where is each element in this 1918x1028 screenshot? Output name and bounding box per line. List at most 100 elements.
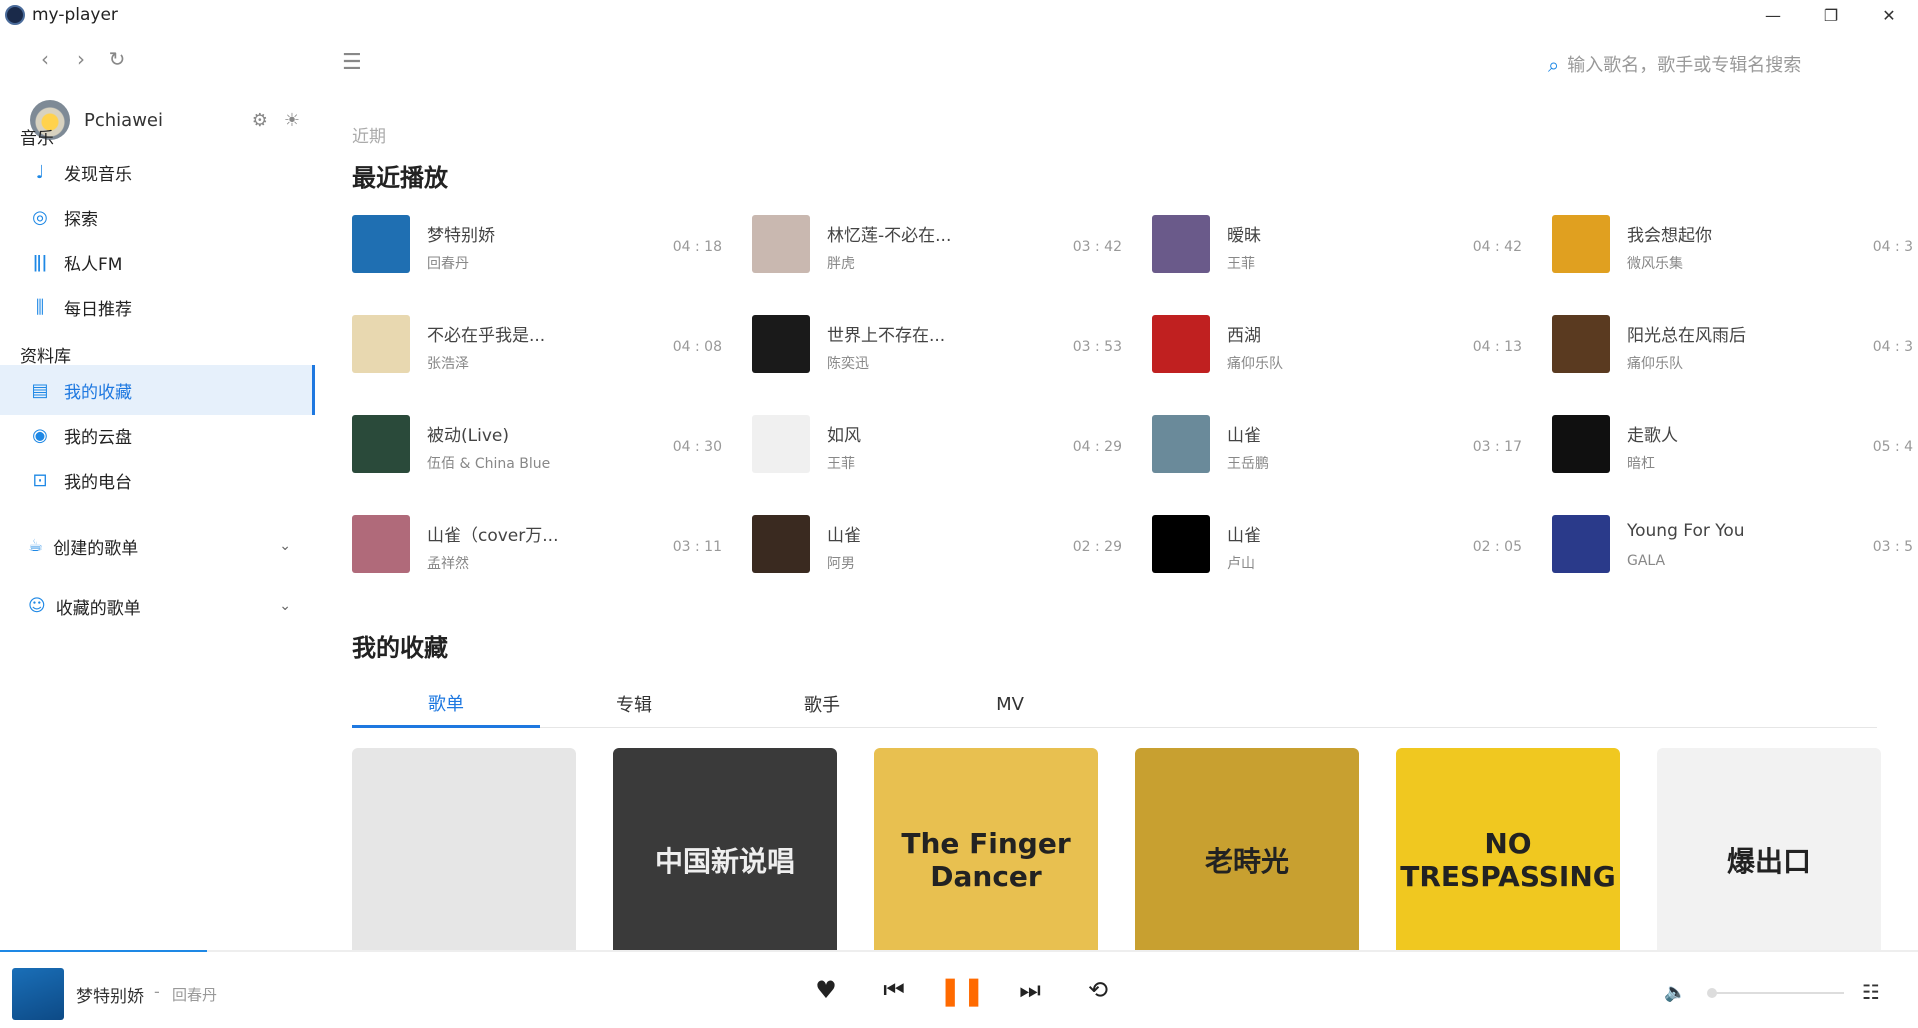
tab-mv[interactable]: MV [916, 680, 1104, 728]
track-artist[interactable]: 卢山 [1227, 553, 1255, 573]
track-cover[interactable] [352, 315, 410, 373]
theme-sun-icon[interactable]: ☀ [284, 110, 300, 131]
now-playing-cover[interactable] [12, 968, 64, 1020]
queue-list-icon[interactable]: ☷ [1862, 980, 1880, 1004]
track-cover[interactable] [1152, 415, 1210, 473]
recent-track[interactable]: 我会想起你 微风乐集 04 : 37 [1552, 215, 1918, 275]
tab-albums[interactable]: 专辑 [540, 680, 728, 728]
track-artist[interactable]: 胖虎 [827, 253, 855, 273]
previous-icon[interactable]: ⏮ [878, 974, 910, 1006]
album-card[interactable]: The Finger Dancer [874, 748, 1098, 950]
track-name[interactable]: 如风 [827, 421, 861, 446]
album-card[interactable]: NO TRESPASSING [1396, 748, 1620, 950]
track-artist[interactable]: 孟祥然 [427, 553, 469, 573]
volume-knob[interactable] [1707, 988, 1717, 998]
sidebar-item-cloud[interactable]: ◉ 我的云盘 [0, 410, 315, 460]
track-cover[interactable] [352, 415, 410, 473]
recent-track[interactable]: 走歌人 暗杠 05 : 43 [1552, 415, 1918, 475]
tab-artists[interactable]: 歌手 [728, 680, 916, 728]
recent-track[interactable]: 山雀 王岳鹏 03 : 17 [1152, 415, 1522, 475]
track-cover[interactable] [752, 215, 810, 273]
repeat-icon[interactable]: ⟲ [1082, 974, 1114, 1006]
sidebar-item-favorites[interactable]: ▤ 我的收藏 [0, 365, 315, 415]
album-card[interactable]: 中国新说唱 [613, 748, 837, 950]
track-name[interactable]: 林忆莲-不必在... [827, 221, 951, 246]
like-heart-icon[interactable]: ♥ [810, 974, 842, 1006]
recent-track[interactable]: 林忆莲-不必在... 胖虎 03 : 42 [752, 215, 1122, 275]
pause-icon[interactable]: ❚❚ [939, 974, 986, 1007]
forward-icon[interactable]: › [70, 47, 92, 71]
track-name[interactable]: 西湖 [1227, 321, 1261, 346]
tab-playlists[interactable]: 歌单 [352, 680, 540, 728]
recent-track[interactable]: 西湖 痛仰乐队 04 : 13 [1152, 315, 1522, 375]
track-artist[interactable]: 回春丹 [427, 253, 469, 273]
next-icon[interactable]: ⏭ [1014, 974, 1046, 1006]
track-cover[interactable] [752, 315, 810, 373]
recent-track[interactable]: 如风 王菲 04 : 29 [752, 415, 1122, 475]
sidebar-item-daily[interactable]: ⫼ 每日推荐 [0, 282, 315, 332]
created-playlists-group[interactable]: ☕ 创建的歌单 ⌄ [0, 526, 315, 566]
sidebar-item-fm[interactable]: ǁǀ 私人FM [0, 237, 315, 287]
recent-track[interactable]: 暧昧 王菲 04 : 42 [1152, 215, 1522, 275]
refresh-icon[interactable]: ↻ [106, 47, 128, 71]
sidebar-item-station[interactable]: ⊡ 我的电台 [0, 455, 315, 505]
recent-track[interactable]: Young For You GALA 03 : 51 [1552, 515, 1918, 575]
sidebar-item-discover[interactable]: ♩ 发现音乐 [0, 147, 315, 197]
track-artist[interactable]: 痛仰乐队 [1227, 353, 1283, 373]
recent-track[interactable]: 山雀 阿男 02 : 29 [752, 515, 1122, 575]
track-cover[interactable] [1152, 515, 1210, 573]
track-name[interactable]: 暧昧 [1227, 221, 1261, 246]
sidebar-item-explore[interactable]: ◎ 探索 [0, 192, 315, 242]
collapse-sidebar-icon[interactable]: ☰ [342, 50, 366, 75]
track-cover[interactable] [752, 515, 810, 573]
track-cover[interactable] [352, 515, 410, 573]
recent-track[interactable]: 不必在乎我是... 张浩泽 04 : 08 [352, 315, 722, 375]
track-name[interactable]: 阳光总在风雨后 [1627, 321, 1746, 346]
track-name[interactable]: 被动(Live) [427, 421, 509, 446]
track-artist[interactable]: 痛仰乐队 [1627, 353, 1683, 373]
track-name[interactable]: Young For You [1627, 521, 1745, 541]
track-cover[interactable] [752, 415, 810, 473]
track-artist[interactable]: 暗杠 [1627, 453, 1655, 473]
track-cover[interactable] [1552, 415, 1610, 473]
maximize-button[interactable]: ❐ [1802, 0, 1860, 30]
track-artist[interactable]: 阿男 [827, 553, 855, 573]
recent-track[interactable]: 山雀（cover万... 孟祥然 03 : 11 [352, 515, 722, 575]
volume-icon[interactable]: 🔈 [1664, 982, 1686, 1003]
close-button[interactable]: ✕ [1860, 0, 1918, 30]
track-name[interactable]: 梦特别娇 [427, 221, 495, 246]
recent-track[interactable]: 梦特别娇 回春丹 04 : 18 [352, 215, 722, 275]
track-artist[interactable]: 陈奕迅 [827, 353, 869, 373]
search-bar[interactable]: ⌕ [1548, 50, 1868, 80]
recent-track[interactable]: 阳光总在风雨后 痛仰乐队 04 : 32 [1552, 315, 1918, 375]
track-cover[interactable] [1552, 215, 1610, 273]
track-artist[interactable]: 王菲 [827, 453, 855, 473]
recent-track[interactable]: 山雀 卢山 02 : 05 [1152, 515, 1522, 575]
track-name[interactable]: 我会想起你 [1627, 221, 1712, 246]
track-name[interactable]: 世界上不存在... [827, 321, 945, 346]
chevron-down-icon[interactable]: ⌄ [279, 598, 291, 614]
track-name[interactable]: 山雀（cover万... [427, 521, 558, 546]
scrollbar[interactable] [1914, 30, 1918, 950]
track-artist[interactable]: 王菲 [1227, 253, 1255, 273]
album-card[interactable] [352, 748, 576, 950]
username[interactable]: Pchiawei [84, 110, 163, 131]
track-cover[interactable] [1152, 315, 1210, 373]
track-artist[interactable]: 张浩泽 [427, 353, 469, 373]
track-name[interactable]: 山雀 [827, 521, 861, 546]
now-playing-artist[interactable]: 回春丹 [172, 984, 217, 1005]
volume-slider[interactable] [1708, 992, 1844, 994]
album-card[interactable]: 老時光 [1135, 748, 1359, 950]
track-cover[interactable] [352, 215, 410, 273]
recent-track[interactable]: 被动(Live) 伍佰 & China Blue 04 : 30 [352, 415, 722, 475]
track-artist[interactable]: GALA [1627, 553, 1665, 569]
collected-playlists-group[interactable]: ☺ 收藏的歌单 ⌄ [0, 586, 315, 626]
now-playing-title[interactable]: 梦特别娇 [76, 982, 144, 1007]
settings-gear-icon[interactable]: ⚙ [252, 110, 268, 131]
track-name[interactable]: 走歌人 [1627, 421, 1678, 446]
track-artist[interactable]: 王岳鹏 [1227, 453, 1269, 473]
chevron-down-icon[interactable]: ⌄ [279, 538, 291, 554]
recent-track[interactable]: 世界上不存在... 陈奕迅 03 : 53 [752, 315, 1122, 375]
album-card[interactable]: 爆出口 [1657, 748, 1881, 950]
track-name[interactable]: 山雀 [1227, 421, 1261, 446]
